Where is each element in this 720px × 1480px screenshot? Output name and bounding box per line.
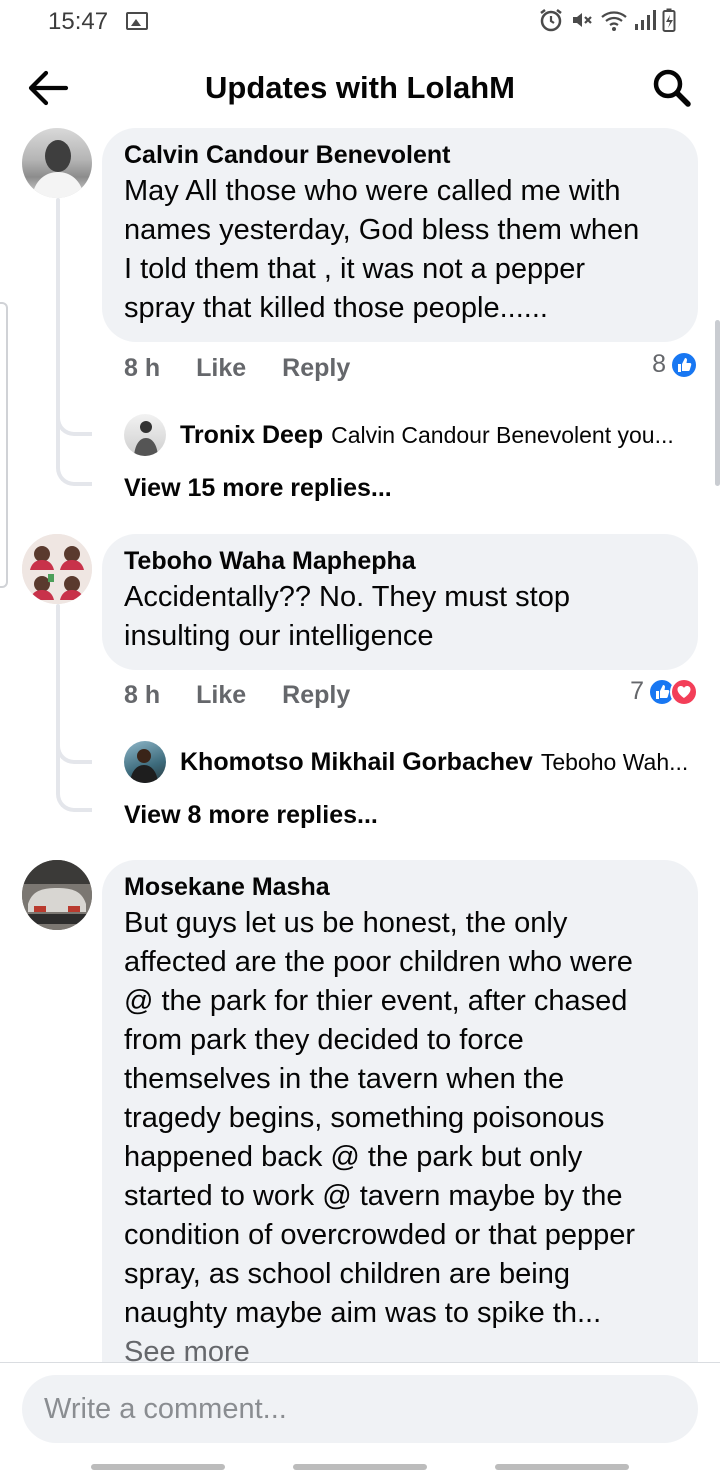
- person-silhouette-icon: [130, 749, 158, 783]
- comment-author[interactable]: Teboho Waha Maphepha: [124, 544, 678, 578]
- person-silhouette-icon: [134, 421, 158, 456]
- reply-avatar: [124, 741, 166, 783]
- comment-input[interactable]: [22, 1375, 698, 1443]
- nav-back-handle[interactable]: [495, 1464, 629, 1470]
- search-icon: [653, 69, 691, 107]
- photo-collage-icon: [22, 534, 92, 604]
- like-button[interactable]: Like: [196, 681, 246, 710]
- scrollbar[interactable]: [715, 320, 720, 486]
- system-nav-bar: [0, 1454, 720, 1480]
- comment-actions: 8 h Like Reply: [124, 681, 350, 710]
- mute-icon: [573, 13, 592, 27]
- nav-home-handle[interactable]: [293, 1464, 427, 1470]
- wifi-icon: [601, 11, 627, 31]
- image-icon: [126, 12, 148, 30]
- comment-time: 8 h: [124, 681, 161, 709]
- nav-recents-handle[interactable]: [91, 1464, 225, 1470]
- comment-bubble[interactable]: Calvin Candour Benevolent May All those …: [102, 128, 698, 342]
- comment-composer: [0, 1362, 720, 1454]
- view-more-replies-button[interactable]: View 15 more replies...: [124, 474, 392, 503]
- car-photo-icon: [22, 860, 92, 930]
- alarm-icon: [540, 9, 562, 32]
- reaction-summary[interactable]: 7: [630, 677, 698, 706]
- comment-text: May All those who were called me with na…: [124, 175, 640, 324]
- reply-preview[interactable]: Khomotso Mikhail Gorbachev Teboho Wah...: [124, 741, 698, 783]
- view-more-replies-button[interactable]: View 8 more replies...: [124, 801, 378, 830]
- thread-connector: [56, 740, 92, 764]
- comment-actions: 8 h Like Reply: [124, 354, 350, 383]
- reply-snippet: Teboho Wah...: [540, 748, 689, 775]
- thread-connector: [56, 412, 92, 436]
- comment-text: Accidentally?? No. They must stop insult…: [124, 581, 570, 652]
- reply-author: Khomotso Mikhail Gorbachev: [180, 747, 533, 776]
- signal-icon: [635, 10, 656, 30]
- top-header: Updates with LolahM: [0, 50, 720, 126]
- comment-author[interactable]: Calvin Candour Benevolent: [124, 138, 678, 172]
- reaction-summary[interactable]: 8: [652, 350, 698, 379]
- status-bar: 15:47: [0, 0, 720, 44]
- reply-button[interactable]: Reply: [282, 681, 350, 710]
- reply-avatar: [124, 414, 166, 456]
- reply-author: Tronix Deep: [180, 420, 324, 449]
- comments-list: Calvin Candour Benevolent May All those …: [0, 126, 720, 1362]
- reaction-count: 7: [630, 677, 644, 705]
- like-button[interactable]: Like: [196, 354, 246, 383]
- reaction-count: 8: [652, 350, 666, 378]
- avatar[interactable]: [22, 128, 92, 198]
- see-more-link[interactable]: See more: [124, 1333, 678, 1362]
- page-title: Updates with LolahM: [205, 70, 515, 105]
- comment-text: But guys let us be honest, the only affe…: [124, 907, 636, 1329]
- comment-bubble[interactable]: Mosekane Masha But guys let us be honest…: [102, 860, 698, 1362]
- status-time: 15:47: [48, 8, 109, 35]
- person-silhouette-icon: [32, 140, 84, 198]
- like-reaction-icon: [670, 350, 698, 379]
- reply-snippet: Calvin Candour Benevolent you...: [331, 421, 674, 448]
- avatar[interactable]: [22, 860, 92, 930]
- thread-connector: [56, 788, 92, 812]
- comment-bubble[interactable]: Teboho Waha Maphepha Accidentally?? No. …: [102, 534, 698, 670]
- avatar[interactable]: [22, 534, 92, 604]
- reply-preview[interactable]: Tronix Deep Calvin Candour Benevolent yo…: [124, 414, 698, 456]
- thread-connector: [56, 462, 92, 486]
- reply-button[interactable]: Reply: [282, 354, 350, 383]
- comment-time: 8 h: [124, 354, 161, 382]
- comment-author[interactable]: Mosekane Masha: [124, 870, 678, 904]
- thread-line: [56, 604, 60, 794]
- love-reaction-icon: [670, 677, 698, 706]
- status-icons: [538, 8, 676, 32]
- search-button[interactable]: [650, 66, 694, 110]
- battery-icon: [662, 8, 676, 32]
